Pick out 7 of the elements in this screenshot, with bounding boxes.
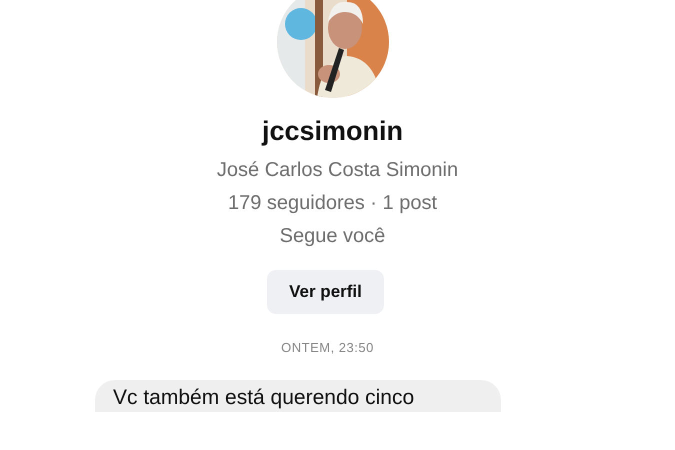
username: jccsimonin [262, 116, 404, 147]
follower-stats: 179 seguidores · 1 post [228, 192, 438, 215]
follow-status: Segue você [280, 225, 386, 248]
timestamp: ONTEM, 23:50 [281, 340, 374, 355]
message-bubble: Vc também está querendo cinco [95, 380, 501, 412]
view-profile-button[interactable]: Ver perfil [267, 270, 384, 314]
full-name: José Carlos Costa Simonin [216, 159, 458, 182]
